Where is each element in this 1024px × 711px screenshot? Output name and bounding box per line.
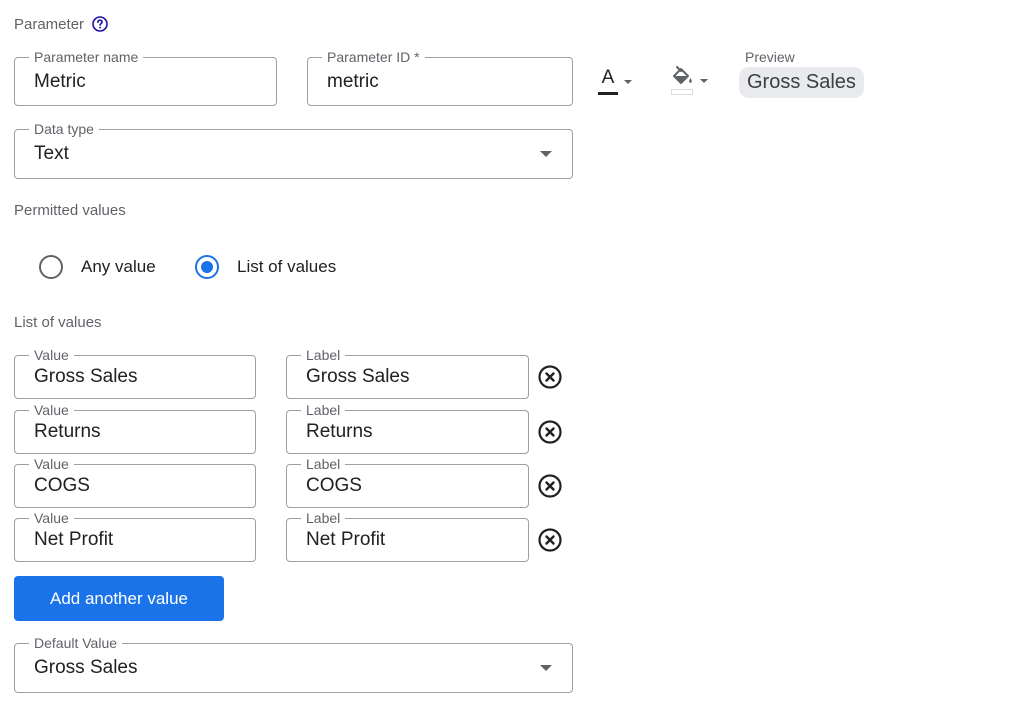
close-circle-icon — [538, 420, 562, 444]
chevron-down-icon — [540, 665, 552, 671]
default-value-select[interactable]: Default Value Gross Sales — [14, 635, 573, 693]
text-color-caret-icon — [624, 79, 632, 84]
chevron-down-icon — [540, 151, 552, 157]
label-field-2[interactable]: Label Returns — [286, 402, 529, 454]
parameter-section-title: Parameter — [14, 16, 109, 33]
remove-row-button-4[interactable] — [537, 527, 563, 553]
permitted-values-label: Permitted values — [14, 202, 126, 219]
label-field-label: Label — [301, 510, 346, 526]
default-value-text: Gross Sales — [34, 657, 138, 678]
data-type-select[interactable]: Data type Text — [14, 121, 573, 179]
radio-list-of-values[interactable]: List of values — [195, 255, 336, 279]
preview-chip: Gross Sales — [739, 67, 864, 98]
text-color-swatch — [598, 92, 618, 95]
close-circle-icon — [538, 474, 562, 498]
text-color-letter: A — [601, 67, 615, 88]
data-type-label: Data type — [29, 121, 99, 137]
parameter-id-label: Parameter ID * — [322, 49, 425, 65]
value-field-label: Value — [29, 456, 74, 472]
radio-circle-icon — [39, 255, 63, 279]
text-color-icon: A — [598, 68, 618, 95]
value-field-text: Gross Sales — [34, 366, 138, 387]
remove-row-button-3[interactable] — [537, 473, 563, 499]
label-field-text: COGS — [306, 475, 362, 496]
label-field-label: Label — [301, 402, 346, 418]
parameter-id-value: metric — [327, 70, 379, 92]
parameter-name-label: Parameter name — [29, 49, 144, 65]
label-field-text: Returns — [306, 421, 373, 442]
value-field-3[interactable]: Value COGS — [14, 456, 256, 508]
value-field-text: Net Profit — [34, 529, 114, 550]
value-field-text: Returns — [34, 421, 101, 442]
value-field-label: Value — [29, 402, 74, 418]
close-circle-icon — [538, 365, 562, 389]
remove-row-button-2[interactable] — [537, 419, 563, 445]
value-field-label: Value — [29, 510, 74, 526]
value-field-label: Value — [29, 347, 74, 363]
label-field-label: Label — [301, 456, 346, 472]
radio-any-value-label: Any value — [81, 257, 156, 276]
list-of-values-label: List of values — [14, 314, 102, 331]
value-field-text: COGS — [34, 475, 90, 496]
paint-bucket-icon — [673, 66, 692, 84]
parameter-id-field[interactable]: Parameter ID * metric — [307, 49, 573, 106]
label-field-text: Net Profit — [306, 529, 386, 550]
label-field-label: Label — [301, 347, 346, 363]
help-icon[interactable] — [92, 16, 109, 32]
data-type-value: Text — [34, 143, 69, 164]
label-field-3[interactable]: Label COGS — [286, 456, 529, 508]
add-another-value-button[interactable]: Add another value — [14, 576, 224, 621]
label-field-1[interactable]: Label Gross Sales — [286, 347, 529, 399]
preview-label: Preview — [745, 49, 795, 65]
value-field-2[interactable]: Value Returns — [14, 402, 256, 454]
default-value-label: Default Value — [29, 635, 123, 651]
radio-list-of-values-label: List of values — [237, 257, 337, 276]
fill-color-button[interactable] — [670, 66, 708, 95]
label-field-4[interactable]: Label Net Profit — [286, 510, 529, 562]
fill-color-caret-icon — [700, 78, 708, 83]
fill-color-swatch — [671, 89, 693, 95]
radio-any-value[interactable]: Any value — [39, 255, 156, 279]
value-field-4[interactable]: Value Net Profit — [14, 510, 256, 562]
radio-checked-icon — [195, 255, 219, 279]
parameter-name-field[interactable]: Parameter name Metric — [14, 49, 277, 106]
label-field-text: Gross Sales — [306, 366, 410, 387]
parameter-title: Parameter — [14, 16, 85, 33]
text-color-button[interactable]: A — [598, 68, 632, 95]
close-circle-icon — [538, 528, 562, 552]
value-field-1[interactable]: Value Gross Sales — [14, 347, 256, 399]
fill-color-icon — [670, 66, 694, 95]
parameter-name-value: Metric — [34, 70, 86, 92]
remove-row-button-1[interactable] — [537, 364, 563, 390]
